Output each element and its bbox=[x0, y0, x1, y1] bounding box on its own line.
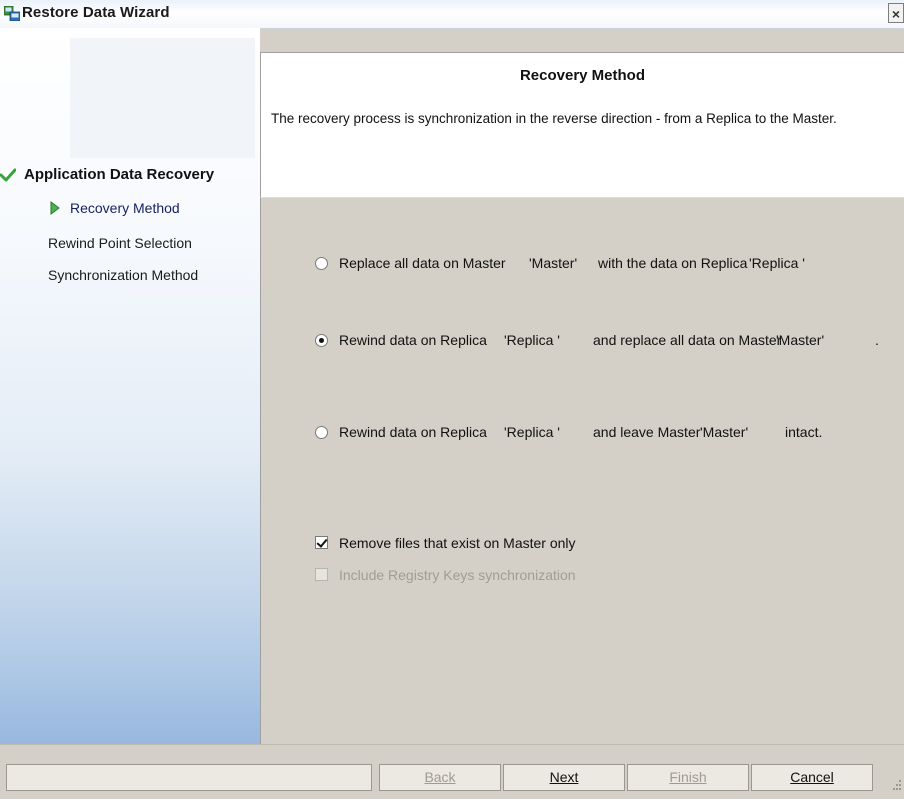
cancel-label: Cancel bbox=[790, 769, 834, 785]
option-rewind-and-leave[interactable]: Rewind data on Replica 'Replica ' and le… bbox=[315, 423, 875, 445]
replica-name: 'Replica ' bbox=[749, 255, 805, 271]
panel-highlight bbox=[70, 38, 255, 158]
checkbox-label: Remove files that exist on Master only bbox=[339, 535, 576, 551]
master-name: 'Master' bbox=[529, 255, 578, 271]
step-label: Recovery Method bbox=[70, 200, 180, 216]
check-icon bbox=[0, 168, 16, 182]
option-replace-all-data[interactable]: Replace all data on Master 'Master' with… bbox=[315, 254, 875, 276]
master-name: 'Master' bbox=[776, 332, 825, 348]
master-name: 'Master' bbox=[700, 424, 749, 440]
next-label: Next bbox=[549, 769, 579, 785]
checkbox-label: Include Registry Keys synchronization bbox=[339, 567, 576, 583]
option-text: with the data on Replica bbox=[598, 255, 748, 271]
step-label: Synchronization Method bbox=[48, 267, 199, 283]
radio-replace-all-data[interactable] bbox=[315, 257, 328, 270]
step-main-label: Application Data Recovery bbox=[24, 166, 215, 183]
status-area bbox=[6, 764, 372, 791]
button-bar: Back Next Finish Cancel bbox=[0, 744, 904, 799]
resize-grip-icon[interactable] bbox=[892, 778, 902, 790]
restore-data-wizard-window: Restore Data Wizard × Application Data R… bbox=[0, 0, 904, 799]
registry-keys-checkbox bbox=[315, 568, 328, 581]
page-title: Recovery Method bbox=[519, 67, 646, 84]
step-recovery-method: Recovery Method bbox=[50, 200, 180, 216]
back-label: Back bbox=[424, 769, 456, 785]
radio-rewind-and-leave[interactable] bbox=[315, 426, 328, 439]
finish-label: Finish bbox=[669, 769, 707, 785]
wizard-steps-panel: Application Data Recovery Recovery Metho… bbox=[0, 28, 260, 744]
checkbox-include-registry-keys: Include Registry Keys synchronization bbox=[315, 566, 715, 588]
step-rewind-point-selection: Rewind Point Selection bbox=[48, 235, 192, 251]
checkbox-remove-files[interactable]: Remove files that exist on Master only bbox=[315, 534, 715, 556]
option-text: . bbox=[875, 332, 879, 348]
option-text: Rewind data on Replica bbox=[339, 424, 487, 440]
option-text: and replace all data on Master bbox=[593, 332, 782, 348]
app-icon bbox=[4, 6, 20, 21]
back-button[interactable]: Back bbox=[379, 764, 501, 791]
radio-rewind-and-replace[interactable] bbox=[315, 334, 328, 347]
next-button[interactable]: Next bbox=[503, 764, 625, 791]
option-text: Replace all data on Master bbox=[339, 255, 506, 271]
step-application-data-recovery: Application Data Recovery bbox=[0, 166, 215, 183]
replica-name: 'Replica ' bbox=[504, 332, 560, 348]
step-label: Rewind Point Selection bbox=[48, 235, 192, 251]
replica-name: 'Replica ' bbox=[504, 424, 560, 440]
option-text: intact. bbox=[785, 424, 823, 440]
window-title: Restore Data Wizard bbox=[22, 4, 170, 21]
options-panel: Replace all data on Master 'Master' with… bbox=[260, 197, 904, 744]
remove-files-checkbox[interactable] bbox=[315, 536, 328, 549]
cancel-button[interactable]: Cancel bbox=[751, 764, 873, 791]
step-synchronization-method: Synchronization Method bbox=[48, 267, 198, 283]
option-text: Rewind data on Replica bbox=[339, 332, 487, 348]
page-description: The recovery process is synchronization … bbox=[271, 111, 837, 126]
title-bar[interactable]: Restore Data Wizard × bbox=[0, 0, 904, 29]
current-step-arrow-icon bbox=[50, 201, 60, 215]
finish-button[interactable]: Finish bbox=[627, 764, 749, 791]
close-button[interactable]: × bbox=[888, 3, 904, 23]
option-text: and leave Master bbox=[593, 424, 701, 440]
option-rewind-and-replace[interactable]: Rewind data on Replica 'Replica ' and re… bbox=[315, 331, 879, 353]
page-header: Recovery Method The recovery process is … bbox=[260, 52, 904, 197]
